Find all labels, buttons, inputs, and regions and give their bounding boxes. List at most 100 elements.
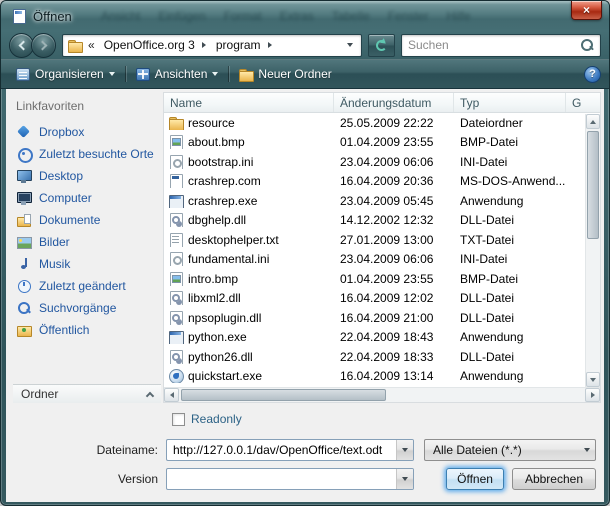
new-folder-button[interactable]: Neuer Ordner: [232, 64, 338, 84]
arrow-right-icon: [591, 392, 595, 398]
open-button[interactable]: Öffnen: [446, 468, 504, 490]
sidebar-item[interactable]: Zuletzt geändert: [13, 275, 161, 297]
search-input[interactable]: [408, 38, 580, 52]
filename-input[interactable]: [167, 440, 396, 460]
file-type: Anwendung: [454, 330, 566, 344]
version-dropdown-button[interactable]: [396, 469, 413, 489]
navigation-bar: « OpenOffice.org 3 program: [1, 31, 609, 59]
scroll-right-button[interactable]: [585, 388, 600, 402]
sidebar-item-label: Bilder: [39, 235, 70, 249]
filetype-value: Alle Dateien (*.*): [425, 440, 578, 460]
sidebar-item-label: Dropbox: [39, 125, 84, 139]
file-row[interactable]: crashrep.com 16.04.2009 20:36 MS-DOS-Anw…: [164, 172, 585, 192]
breadcrumb-separator-icon[interactable]: [268, 42, 272, 48]
chevron-down-icon: [584, 448, 590, 452]
file-row[interactable]: crashrep.exe 23.04.2009 05:45 Anwendung: [164, 191, 585, 211]
sidebar-item-icon: [16, 125, 32, 139]
sidebar-item[interactable]: Desktop: [13, 165, 161, 187]
file-date: 16.04.2009 21:00: [334, 311, 454, 325]
file-type: DLL-Datei: [454, 291, 566, 305]
file-row[interactable]: libxml2.dll 16.04.2009 12:02 DLL-Datei: [164, 289, 585, 309]
file-row[interactable]: desktophelper.txt 27.01.2009 13:00 TXT-D…: [164, 230, 585, 250]
sidebar-item[interactable]: Computer: [13, 187, 161, 209]
ghost-menu-item: Ansicht: [101, 9, 140, 23]
file-row[interactable]: python26.dll 22.04.2009 18:33 DLL-Datei: [164, 347, 585, 367]
close-button[interactable]: ×: [571, 1, 602, 20]
sidebar-item-icon: [16, 323, 32, 337]
version-input[interactable]: [167, 469, 396, 489]
vertical-scroll-thumb[interactable]: [587, 131, 599, 239]
new-folder-icon: [239, 68, 253, 81]
column-header-name[interactable]: Name: [164, 93, 334, 112]
folders-expander[interactable]: Ordner: [13, 384, 161, 403]
help-button[interactable]: ?: [584, 66, 601, 83]
horizontal-scroll-thumb[interactable]: [181, 389, 386, 401]
file-row[interactable]: npsoplugin.dll 16.04.2009 21:00 DLL-Date…: [164, 308, 585, 328]
filename-combobox[interactable]: [166, 439, 414, 461]
favorites-list: Dropbox Zuletzt besuchte Orte Desktop Co…: [13, 121, 161, 341]
address-bar[interactable]: « OpenOffice.org 3 program: [62, 34, 362, 57]
sidebar-item[interactable]: Bilder: [13, 231, 161, 253]
breadcrumb-collapse[interactable]: «: [84, 38, 99, 52]
views-icon: [136, 68, 150, 81]
nav-buttons: [9, 33, 56, 58]
background-menu-ghost: AnsichtEinfügenFormatExtrasTabelleFenste…: [101, 1, 471, 31]
file-icon: [168, 194, 183, 208]
file-row[interactable]: bootstrap.ini 23.04.2009 06:06 INI-Datei: [164, 152, 585, 172]
horizontal-scrollbar[interactable]: [164, 387, 600, 402]
file-icon: [168, 174, 183, 188]
sidebar-item[interactable]: Zuletzt besuchte Orte: [13, 143, 161, 165]
column-header-date[interactable]: Änderungsdatum: [334, 93, 454, 112]
breadcrumb-item[interactable]: program: [211, 38, 277, 52]
sidebar-item-label: Dokumente: [39, 213, 100, 227]
scroll-up-button[interactable]: [586, 114, 600, 129]
folders-label: Ordner: [21, 387, 58, 401]
version-combobox[interactable]: [166, 468, 414, 490]
sidebar-item[interactable]: Öffentlich: [13, 319, 161, 341]
file-type: DLL-Datei: [454, 350, 566, 364]
sidebar-item[interactable]: Musik: [13, 253, 161, 275]
file-icon: [168, 330, 183, 344]
file-icon: [168, 252, 183, 266]
column-header-type[interactable]: Typ: [454, 93, 566, 112]
file-row[interactable]: fundamental.ini 23.04.2009 06:06 INI-Dat…: [164, 250, 585, 270]
titlebar[interactable]: Öffnen AnsichtEinfügenFormatExtrasTabell…: [1, 1, 609, 31]
column-header-size[interactable]: G: [566, 93, 600, 112]
file-row[interactable]: python.exe 22.04.2009 18:43 Anwendung: [164, 328, 585, 348]
scroll-left-button[interactable]: [164, 388, 179, 402]
sidebar-item[interactable]: Suchvorgänge: [13, 297, 161, 319]
search-box[interactable]: [401, 34, 601, 57]
filetype-combobox[interactable]: Alle Dateien (*.*): [424, 439, 596, 461]
file-row[interactable]: intro.bmp 01.04.2009 23:55 BMP-Datei: [164, 269, 585, 289]
vertical-scrollbar[interactable]: [585, 114, 600, 387]
toolbar-separator: [228, 66, 229, 82]
sidebar-item[interactable]: Dropbox: [13, 121, 161, 143]
forward-button[interactable]: [31, 33, 56, 58]
file-name: fundamental.ini: [188, 252, 269, 266]
address-dropdown-button[interactable]: [342, 35, 358, 56]
readonly-checkbox[interactable]: [172, 413, 185, 426]
filename-dropdown-button[interactable]: [396, 440, 413, 460]
file-row[interactable]: quickstart.exe 16.04.2009 13:14 Anwendun…: [164, 367, 585, 387]
search-icon[interactable]: [580, 38, 594, 52]
file-date: 16.04.2009 20:36: [334, 174, 454, 188]
file-type: BMP-Datei: [454, 272, 566, 286]
file-row[interactable]: resource 25.05.2009 22:22 Dateiordner: [164, 113, 585, 133]
file-row[interactable]: dbghelp.dll 14.12.2002 12:32 DLL-Datei: [164, 211, 585, 231]
breadcrumb-separator-icon[interactable]: [202, 42, 206, 48]
file-icon: [168, 213, 183, 227]
filetype-dropdown-button[interactable]: [578, 440, 595, 460]
refresh-button[interactable]: [368, 34, 395, 57]
breadcrumb-item-label: program: [216, 38, 261, 52]
cancel-button[interactable]: Abbrechen: [512, 468, 596, 490]
sidebar-item-icon: [16, 147, 32, 161]
file-name: crashrep.com: [188, 174, 261, 188]
file-date: 23.04.2009 06:06: [334, 252, 454, 266]
file-type: INI-Datei: [454, 155, 566, 169]
organize-button[interactable]: Organisieren: [9, 64, 122, 84]
views-button[interactable]: Ansichten: [129, 64, 226, 84]
breadcrumb-item[interactable]: OpenOffice.org 3: [99, 38, 211, 52]
scroll-down-button[interactable]: [586, 372, 600, 387]
sidebar-item[interactable]: Dokumente: [13, 209, 161, 231]
file-row[interactable]: about.bmp 01.04.2009 23:55 BMP-Datei: [164, 133, 585, 153]
